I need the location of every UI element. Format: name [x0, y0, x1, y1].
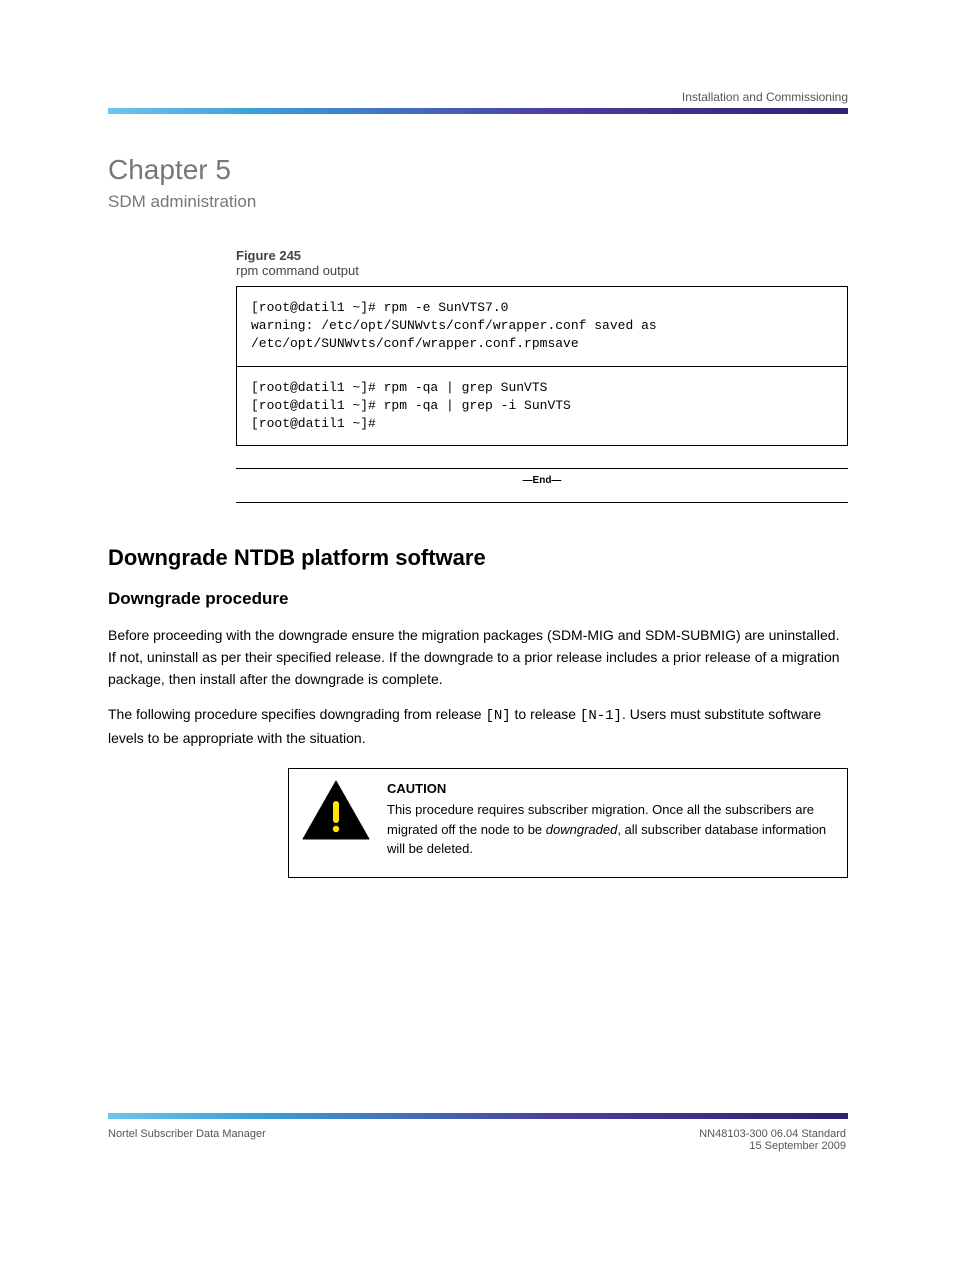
- downgraded-italic: downgraded: [546, 822, 618, 837]
- rpm-row-1: [root@datil1 ~]# rpm -e SunVTS7.0 warnin…: [237, 287, 847, 366]
- end-rule-bottom: [236, 502, 848, 503]
- chapter-number: Chapter 5: [108, 154, 848, 186]
- paragraph-2: The following procedure specifies downgr…: [108, 704, 848, 749]
- footer-right: NN48103-300 06.04 Standard 15 September …: [699, 1128, 846, 1152]
- figure-caption: Figure 245 rpm command output: [236, 248, 848, 278]
- figure-caption-text: rpm command output: [236, 263, 359, 278]
- bracket-n: [N]: [485, 708, 510, 724]
- running-header-text: Installation and Commissioning: [682, 90, 848, 104]
- end-procedure-label: —End—: [236, 475, 848, 486]
- bottom-rule: [108, 1113, 848, 1119]
- section-heading: Downgrade NTDB platform software: [108, 545, 848, 571]
- caution-box: CAUTION This procedure requires subscrib…: [288, 768, 848, 878]
- document-page: Installation and Commissioning Chapter 5…: [0, 0, 954, 1272]
- running-header: Installation and Commissioning: [108, 90, 848, 104]
- subsection-heading: Downgrade procedure: [108, 589, 848, 609]
- bracket-n-1: [N-1]: [580, 708, 622, 724]
- top-rule: [108, 108, 848, 114]
- page-content: Installation and Commissioning Chapter 5…: [108, 120, 848, 878]
- footer-left: Nortel Subscriber Data Manager: [108, 1128, 266, 1140]
- rpm-row-2: [root@datil1 ~]# rpm -qa | grep SunVTS […: [237, 366, 847, 446]
- caution-text: CAUTION This procedure requires subscrib…: [387, 779, 835, 859]
- warning-icon: [301, 779, 371, 843]
- paragraph-1: Before proceeding with the downgrade ens…: [108, 625, 848, 690]
- figure-number: Figure 245: [236, 248, 301, 263]
- rpm-output-box: [root@datil1 ~]# rpm -e SunVTS7.0 warnin…: [236, 286, 848, 446]
- caution-label: CAUTION: [387, 779, 835, 799]
- end-rule-top: [236, 468, 848, 469]
- chapter-name: SDM administration: [108, 192, 848, 212]
